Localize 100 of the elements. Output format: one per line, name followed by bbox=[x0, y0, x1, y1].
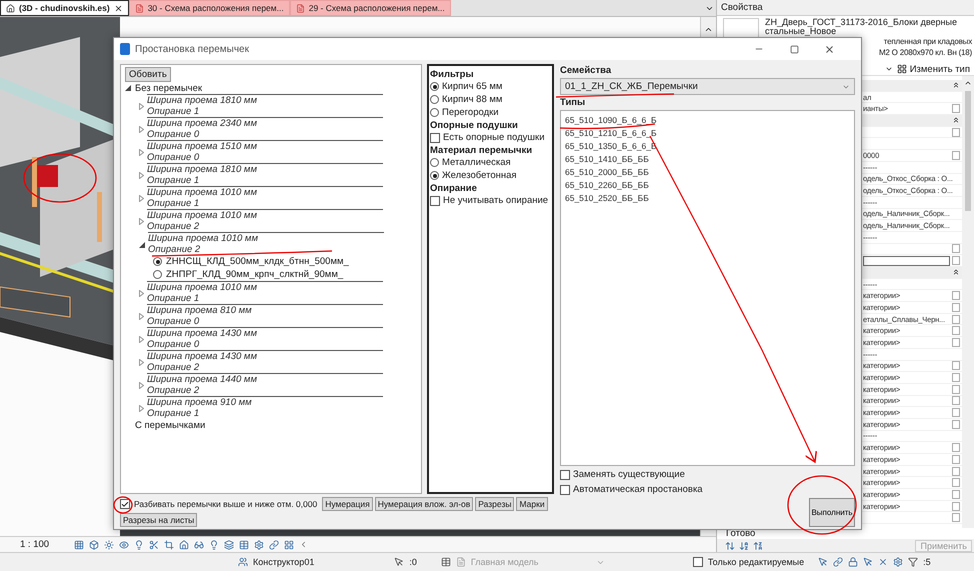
layout-icon[interactable] bbox=[284, 540, 294, 550]
action-button[interactable]: Разрезы bbox=[475, 497, 514, 511]
family-dropdown[interactable]: 01_1_ZH_СК_ЖБ_Перемычки bbox=[560, 78, 855, 95]
support-label[interactable]: Опирание 0 bbox=[147, 339, 383, 350]
eye-icon[interactable] bbox=[119, 540, 130, 550]
support-label[interactable]: Опирание 1 bbox=[147, 175, 383, 186]
checkbox[interactable] bbox=[952, 420, 960, 429]
type-item[interactable]: 65_510_1210_Б_6_6_Б bbox=[565, 127, 657, 140]
checkbox[interactable] bbox=[120, 499, 130, 509]
lintel-option-label[interactable]: ZHНСЩ_КЛД_500мм_клдк_бтнн_500мм_ bbox=[166, 256, 349, 267]
scissors-icon[interactable] bbox=[149, 540, 160, 550]
support-label[interactable]: Опирание 2 bbox=[147, 362, 383, 373]
users-icon[interactable] bbox=[238, 557, 248, 567]
checkbox[interactable] bbox=[952, 291, 960, 300]
checkbox[interactable] bbox=[560, 484, 570, 494]
support-label[interactable]: Опирание 0 bbox=[147, 129, 383, 140]
checkbox-label[interactable]: Разбивать перемычки выше и ниже отм. 0,000 bbox=[134, 499, 318, 509]
opening-width-label[interactable]: Ширина проема 2340 мм bbox=[147, 118, 383, 129]
lintel-option-label[interactable]: ZHПРГ_КЛД_90мм_крпч_слктнй_90мм_ bbox=[166, 269, 344, 280]
support-label[interactable]: Опирание 0 bbox=[147, 316, 383, 327]
checkbox[interactable] bbox=[952, 314, 960, 324]
opening-width-label[interactable]: Ширина проема 810 мм bbox=[147, 305, 383, 316]
opening-width-label[interactable]: Ширина проема 1430 мм bbox=[147, 328, 383, 339]
opening-width-label[interactable]: Ширина проема 1440 мм bbox=[147, 374, 383, 385]
settings-icon[interactable] bbox=[893, 557, 904, 567]
checkbox[interactable] bbox=[952, 244, 960, 254]
opening-width-label[interactable]: Ширина проема 1010 мм bbox=[147, 210, 383, 221]
view-tab[interactable]: 29 - Схема расположения перем... bbox=[290, 0, 451, 16]
scale-label[interactable]: 1 : 100 bbox=[20, 539, 50, 550]
expand-arrow-icon[interactable] bbox=[139, 382, 144, 389]
support-label[interactable]: Опирание 0 bbox=[147, 152, 383, 163]
support-label[interactable]: Опирание 2 bbox=[147, 221, 383, 232]
vertical-scrollbar[interactable] bbox=[962, 76, 974, 528]
expand-arrow-icon[interactable] bbox=[139, 126, 144, 133]
type-item[interactable]: 65_510_2000_ББ_ББ bbox=[565, 166, 649, 179]
opening-width-label[interactable]: Ширина проема 1430 мм bbox=[147, 351, 383, 362]
checkbox[interactable] bbox=[952, 478, 960, 488]
settings-icon[interactable] bbox=[254, 540, 264, 550]
checkbox[interactable] bbox=[952, 326, 960, 336]
option-label[interactable]: Железобетонная bbox=[442, 170, 517, 181]
support-label[interactable]: Опирание 2 bbox=[148, 244, 384, 255]
checkbox[interactable] bbox=[952, 513, 960, 522]
option-label[interactable]: Кирпич 88 мм bbox=[442, 94, 502, 105]
view-tab[interactable]: (3D - chudinovskih.es) bbox=[0, 0, 129, 16]
pointer-icon[interactable] bbox=[818, 557, 828, 567]
support-label[interactable]: Опирание 1 bbox=[147, 408, 383, 419]
option-label[interactable]: Металлическая bbox=[442, 157, 511, 168]
checkbox-label[interactable]: Заменять существующие bbox=[573, 469, 685, 480]
action-button[interactable]: Марки bbox=[516, 497, 548, 511]
checkbox[interactable] bbox=[952, 384, 960, 394]
pointer-icon[interactable] bbox=[394, 557, 404, 567]
checkbox-label[interactable]: Автоматическая простановка bbox=[573, 484, 703, 495]
link-icon[interactable] bbox=[833, 557, 844, 567]
opening-width-label[interactable]: Ширина проема 1810 мм bbox=[147, 95, 383, 106]
lock-icon[interactable] bbox=[848, 557, 858, 567]
checkbox[interactable] bbox=[952, 373, 960, 382]
expand-arrow-icon[interactable] bbox=[139, 405, 144, 412]
run-button[interactable]: Выполнить bbox=[809, 498, 855, 527]
glasses-icon[interactable] bbox=[194, 540, 204, 550]
expand-arrow-icon[interactable] bbox=[139, 218, 144, 225]
checkbox[interactable] bbox=[952, 396, 960, 406]
opening-width-label[interactable]: Ширина проема 1010 мм bbox=[147, 282, 383, 293]
grid-icon[interactable] bbox=[74, 540, 84, 550]
expand-arrow-icon[interactable] bbox=[139, 172, 144, 179]
collapse-arrow-icon[interactable] bbox=[139, 242, 145, 248]
collapse-icon[interactable] bbox=[952, 81, 960, 90]
radio-button[interactable] bbox=[153, 257, 162, 266]
scroll-up-icon[interactable] bbox=[704, 25, 713, 34]
checkbox[interactable] bbox=[952, 408, 960, 418]
scrollbar-thumb[interactable] bbox=[965, 91, 971, 211]
support-label[interactable]: Опирание 1 bbox=[147, 198, 383, 209]
opening-width-label[interactable]: Ширина проема 1810 мм bbox=[147, 164, 383, 175]
opening-width-label[interactable]: Ширина проема 1510 мм bbox=[147, 141, 383, 152]
checkbox[interactable] bbox=[952, 466, 960, 476]
lightbulb-icon[interactable] bbox=[209, 540, 220, 550]
view-tab[interactable]: 30 - Схема расположения перем... bbox=[128, 0, 290, 16]
support-label[interactable]: Опирание 2 bbox=[147, 385, 383, 396]
radio-button[interactable] bbox=[430, 95, 439, 104]
checkbox[interactable] bbox=[430, 132, 440, 142]
collapse-icon[interactable] bbox=[952, 116, 960, 124]
opening-width-label[interactable]: Ширина проема 910 мм bbox=[147, 397, 383, 408]
user-name[interactable]: Конструктор01 bbox=[253, 557, 314, 567]
radio-button[interactable] bbox=[430, 158, 439, 167]
cube-icon[interactable] bbox=[89, 540, 100, 550]
opening-width-label[interactable]: Ширина проема 1010 мм bbox=[147, 187, 383, 198]
checkbox[interactable] bbox=[952, 256, 960, 266]
option-label[interactable]: Перегородки bbox=[442, 107, 499, 118]
action-button[interactable]: Разрезы на листы bbox=[120, 513, 198, 527]
action-button[interactable]: Нумерация влож. эл-ов bbox=[374, 497, 474, 511]
support-label[interactable]: Опирание 1 bbox=[147, 106, 383, 117]
tree-node[interactable]: Без перемычек bbox=[135, 82, 202, 94]
sort-ascending-icon[interactable] bbox=[739, 540, 749, 550]
scroll-up-icon[interactable] bbox=[964, 79, 972, 87]
expand-arrow-icon[interactable] bbox=[139, 359, 144, 366]
support-label[interactable]: Опирание 1 bbox=[147, 293, 383, 304]
checkbox[interactable] bbox=[952, 361, 960, 370]
input-field[interactable] bbox=[863, 256, 950, 266]
checkbox[interactable] bbox=[692, 557, 703, 567]
expand-arrow-icon[interactable] bbox=[139, 290, 144, 297]
option-label[interactable]: Есть опорные подушки bbox=[443, 132, 545, 143]
